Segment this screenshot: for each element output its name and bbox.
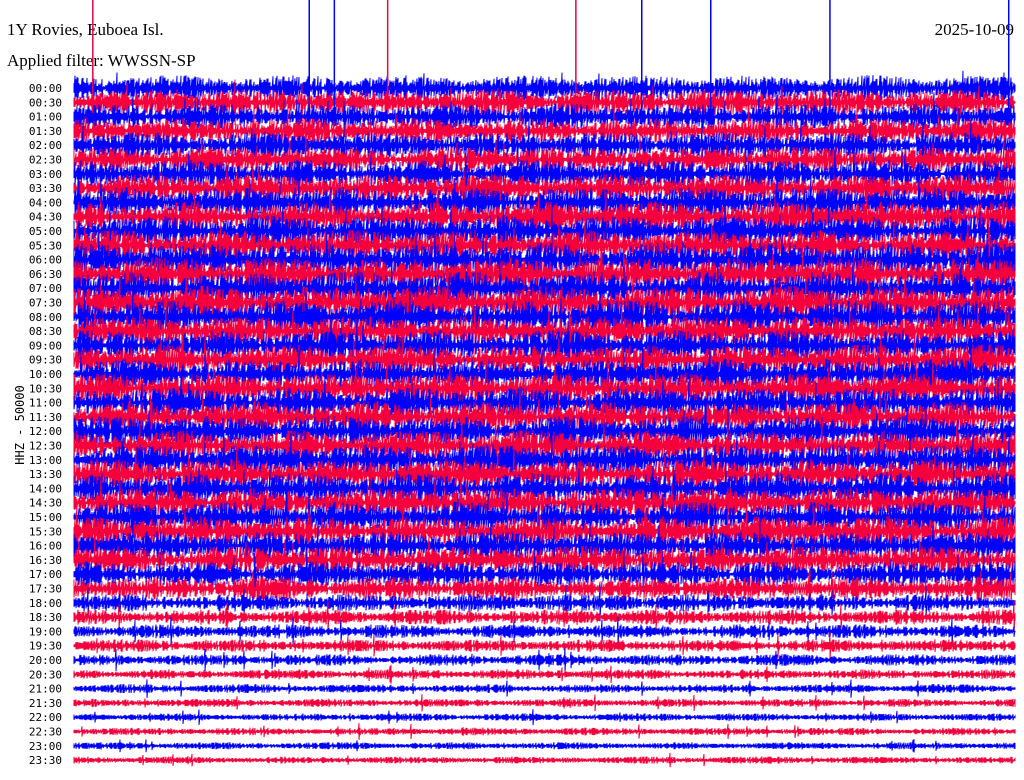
- row-time-label: 20:00: [29, 654, 62, 667]
- row-time-label: 09:30: [29, 354, 62, 367]
- row-time-label: 07:30: [29, 297, 62, 310]
- row-time-label: 12:00: [29, 425, 62, 438]
- row-time-label: 22:30: [29, 726, 62, 739]
- row-time-label: 16:30: [29, 554, 62, 567]
- row-time-label: 23:30: [29, 754, 62, 767]
- row-time-label: 01:30: [29, 125, 62, 138]
- trace-2100: [73, 679, 1016, 698]
- row-time-label: 19:30: [29, 640, 62, 653]
- row-time-label: 07:00: [29, 282, 62, 295]
- row-time-label: 08:30: [29, 325, 62, 338]
- row-time-label: 13:00: [29, 454, 62, 467]
- row-time-label: 12:30: [29, 440, 62, 453]
- trace-2300: [73, 739, 1016, 753]
- row-time-label: 13:30: [29, 468, 62, 481]
- row-time-label: 20:30: [29, 668, 62, 681]
- row-time-label: 16:00: [29, 540, 62, 553]
- trace-2130: [73, 694, 1016, 712]
- trace-2000: [73, 648, 1016, 672]
- row-time-label: 10:00: [29, 368, 62, 381]
- row-time-label: 04:30: [29, 211, 62, 224]
- row-time-label: 03:00: [29, 168, 62, 181]
- row-time-label: 23:00: [29, 740, 62, 753]
- row-time-label: 22:00: [29, 711, 62, 724]
- row-time-label: 18:00: [29, 597, 62, 610]
- row-time-label: 18:30: [29, 611, 62, 624]
- row-time-label: 11:00: [29, 397, 62, 410]
- row-time-label: 00:00: [29, 82, 62, 95]
- row-time-label: 01:00: [29, 111, 62, 124]
- row-time-label: 06:30: [29, 268, 62, 281]
- row-time-label: 02:30: [29, 154, 62, 167]
- row-time-label: 15:00: [29, 511, 62, 524]
- row-time-label: 06:00: [29, 254, 62, 267]
- row-time-label: 19:00: [29, 625, 62, 638]
- row-time-label: 21:30: [29, 697, 62, 710]
- helicorder-plot: 00:0000:30 01:0001:3002:00 02:3003:0003:30…: [29, 0, 1016, 768]
- row-time-label: 05:30: [29, 239, 62, 252]
- row-time-label: 02:00: [29, 139, 62, 152]
- row-time-label: 09:00: [29, 339, 62, 352]
- row-time-label: 21:00: [29, 683, 62, 696]
- row-time-label: 08:00: [29, 311, 62, 324]
- row-time-label: 14:00: [29, 482, 62, 495]
- row-time-label: 17:00: [29, 568, 62, 581]
- row-time-label: 14:30: [29, 497, 62, 510]
- row-time-label: 04:00: [29, 196, 62, 209]
- row-time-label: 10:30: [29, 382, 62, 395]
- trace-2230: [73, 723, 1016, 740]
- trace-2330: [73, 752, 1016, 768]
- trace-2200: [73, 709, 1016, 726]
- row-time-label: 15:30: [29, 525, 62, 538]
- row-time-label: 03:30: [29, 182, 62, 195]
- row-time-label: 05:00: [29, 225, 62, 238]
- row-time-label: 11:30: [29, 411, 62, 424]
- row-time-label: 17:30: [29, 583, 62, 596]
- trace-2030: [73, 664, 1016, 684]
- row-time-label: 00:30: [29, 96, 62, 109]
